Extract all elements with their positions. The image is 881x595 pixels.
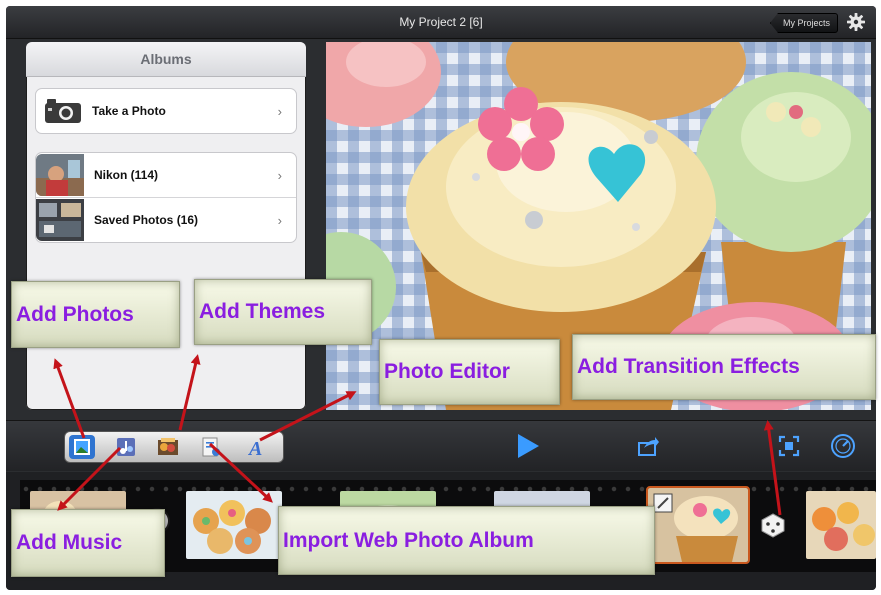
tool-group: A	[64, 431, 284, 463]
import-web-album-icon[interactable]	[198, 435, 224, 459]
album-row-nikon[interactable]: Nikon (114) ›	[36, 153, 296, 197]
album-label: Nikon (114)	[94, 168, 159, 182]
take-photo-label: Take a Photo	[92, 104, 166, 118]
film-frame[interactable]	[186, 491, 282, 559]
callout-photo-editor: Photo Editor	[379, 339, 560, 405]
speed-icon[interactable]	[830, 433, 856, 459]
screenshot: My Project 2 [6] My Projects Albums Take…	[0, 0, 881, 595]
add-music-icon[interactable]	[113, 435, 139, 459]
album-row-saved-photos[interactable]: Saved Photos (16) ›	[36, 198, 296, 242]
take-photo-card[interactable]: Take a Photo ›	[35, 88, 297, 134]
album-label: Saved Photos (16)	[94, 213, 199, 227]
camera-icon	[45, 99, 81, 123]
callout-import-web-photo-album: Import Web Photo Album	[278, 506, 655, 575]
albums-header: Albums	[26, 42, 306, 77]
take-photo-row[interactable]: Take a Photo ›	[36, 89, 296, 133]
album-list: Nikon (114) › Saved Photos (16) ›	[35, 152, 297, 243]
playback-toolbar: A	[6, 420, 876, 471]
dice-icon[interactable]	[760, 512, 786, 538]
film-frame-selected[interactable]	[646, 486, 750, 564]
play-icon[interactable]	[518, 434, 539, 458]
add-themes-icon[interactable]	[155, 435, 181, 459]
album-thumbnail	[36, 199, 84, 241]
gear-icon[interactable]	[846, 12, 866, 32]
callout-add-transition-effects: Add Transition Effects	[572, 334, 876, 400]
album-thumbnail	[36, 154, 84, 196]
project-title: My Project 2 [6]	[399, 15, 483, 29]
share-icon[interactable]	[638, 436, 660, 456]
add-photos-icon[interactable]	[69, 435, 95, 459]
crop-icon[interactable]	[778, 435, 800, 457]
top-bar: My Project 2 [6] My Projects	[6, 6, 876, 39]
callout-add-themes: Add Themes	[194, 279, 372, 345]
chevron-right-icon: ›	[277, 103, 282, 119]
my-projects-button[interactable]: My Projects	[769, 13, 838, 33]
svg-text:A: A	[247, 438, 262, 459]
callout-add-music: Add Music	[11, 509, 165, 577]
chevron-right-icon: ›	[277, 167, 282, 183]
albums-panel: Albums Take a Photo › Nikon (114) › Save…	[26, 42, 306, 410]
film-frame[interactable]	[806, 491, 876, 559]
photo-editor-icon[interactable]: A	[243, 435, 269, 460]
chevron-right-icon: ›	[277, 212, 282, 228]
callout-add-photos: Add Photos	[11, 281, 180, 348]
